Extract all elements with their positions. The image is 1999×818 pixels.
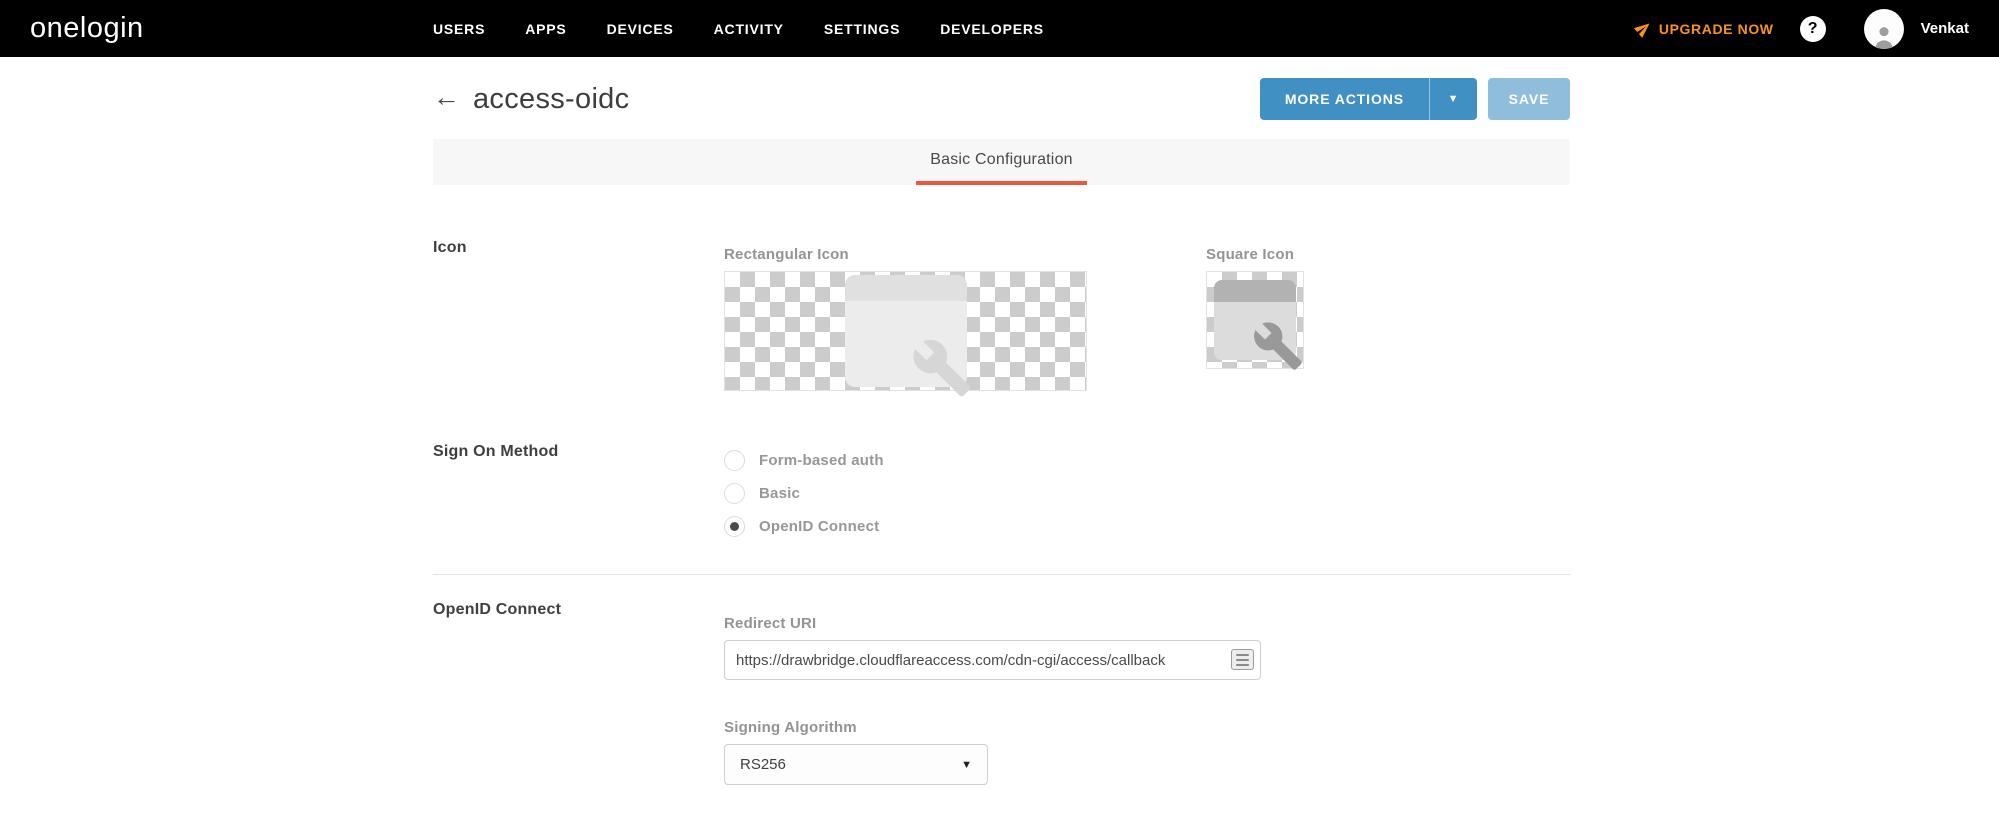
radio-openid-connect[interactable]: OpenID Connect <box>724 514 884 538</box>
icon-fields: Rectangular Icon Square Icon <box>724 239 1304 397</box>
chevron-down-icon: ▼ <box>961 758 972 771</box>
avatar[interactable] <box>1863 8 1904 49</box>
openid-connect-section: OpenID Connect Redirect URI Signing Algo… <box>433 601 1570 785</box>
redirect-uri-wrap <box>724 640 1261 680</box>
more-actions-button[interactable]: MORE ACTIONS ▼ <box>1259 78 1477 120</box>
square-icon-label: Square Icon <box>1206 246 1295 263</box>
signing-algorithm-select[interactable]: RS256 ▼ <box>724 744 988 785</box>
rocket-icon <box>1633 23 1650 38</box>
page-header: ← access-oidc MORE ACTIONS ▼ SAVE <box>433 78 1570 120</box>
onelogin-logo[interactable]: onelogin <box>30 12 144 45</box>
main-content: ← access-oidc MORE ACTIONS ▼ SAVE Basic … <box>433 78 1570 785</box>
section-divider <box>433 574 1570 575</box>
page-title: access-oidc <box>473 82 630 115</box>
redirect-uri-label: Redirect URI <box>724 615 817 632</box>
help-icon[interactable]: ? <box>1799 15 1826 42</box>
title-group: ← access-oidc <box>433 83 629 116</box>
sign-on-method-section: Sign On Method Form-based auth Basic Ope… <box>433 443 1570 538</box>
wrench-icon <box>1254 322 1302 370</box>
username-label[interactable]: Venkat <box>1921 20 1969 37</box>
radio-icon <box>724 482 745 504</box>
more-actions-label: MORE ACTIONS <box>1284 91 1404 107</box>
nav-item-settings[interactable]: SETTINGS <box>824 21 900 37</box>
icon-section: Icon Rectangular Icon Square Icon <box>433 239 1570 397</box>
signing-algorithm-value: RS256 <box>740 756 786 773</box>
openid-connect-label: OpenID Connect <box>433 601 562 618</box>
rectangular-icon-label: Rectangular Icon <box>724 246 849 263</box>
square-icon-group: Square Icon <box>1206 246 1304 391</box>
navbar-right: UPGRADE NOW ? Venkat <box>1633 8 1969 49</box>
rectangular-icon-preview <box>724 271 1087 397</box>
rectangular-icon-group: Rectangular Icon <box>724 246 1087 397</box>
nav-item-developers[interactable]: DEVELOPERS <box>940 21 1044 37</box>
autofill-icon[interactable] <box>1231 649 1254 670</box>
radio-form-based-auth[interactable]: Form-based auth <box>724 448 884 472</box>
square-icon-preview <box>1206 271 1304 370</box>
upgrade-now-link[interactable]: UPGRADE NOW <box>1633 20 1774 38</box>
app-window-icon <box>1214 280 1302 370</box>
nav-item-apps[interactable]: APPS <box>525 21 566 37</box>
tab-basic-configuration[interactable]: Basic Configuration <box>916 139 1087 185</box>
nav-item-devices[interactable]: DEVICES <box>607 21 674 37</box>
back-arrow-icon[interactable]: ← <box>433 83 460 115</box>
save-button[interactable]: SAVE <box>1488 78 1570 120</box>
chevron-down-icon[interactable]: ▼ <box>1429 78 1477 120</box>
radio-basic[interactable]: Basic <box>724 481 884 505</box>
app-window-icon <box>844 275 970 397</box>
radio-icon <box>724 449 745 471</box>
icon-section-label: Icon <box>433 239 467 256</box>
upgrade-now-label: UPGRADE NOW <box>1658 20 1774 37</box>
nav-item-users[interactable]: USERS <box>433 21 485 37</box>
redirect-uri-input[interactable] <box>724 640 1261 680</box>
wrench-icon <box>912 339 970 397</box>
tab-bar: Basic Configuration <box>433 139 1570 185</box>
main-nav: USERS APPS DEVICES ACTIVITY SETTINGS DEV… <box>433 21 1044 37</box>
sign-on-method-label: Sign On Method <box>433 443 559 460</box>
signing-algorithm-label: Signing Algorithm <box>724 719 857 736</box>
nav-item-activity[interactable]: ACTIVITY <box>714 21 784 37</box>
top-navbar: onelogin USERS APPS DEVICES ACTIVITY SET… <box>0 0 1999 57</box>
oidc-fields: Redirect URI Signing Algorithm RS256 ▼ <box>724 601 1261 785</box>
header-actions: MORE ACTIONS ▼ SAVE <box>1259 78 1570 120</box>
person-icon <box>1874 26 1893 49</box>
sign-on-options: Form-based auth Basic OpenID Connect <box>724 443 884 538</box>
radio-icon <box>724 515 745 537</box>
